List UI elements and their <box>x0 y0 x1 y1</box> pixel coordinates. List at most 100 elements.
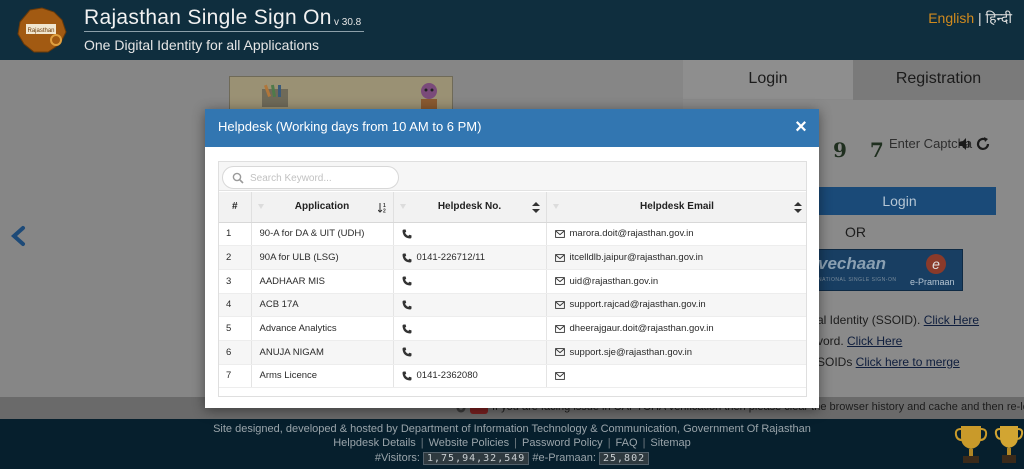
helpdesk-email-cell[interactable]: dheerajgaur.doit@rajasthan.gov.in <box>546 316 806 341</box>
sort-icon[interactable] <box>793 202 802 213</box>
helpdesk-email-value[interactable]: dheerajgaur.doit@rajasthan.gov.in <box>570 323 714 334</box>
col-header-helpdesk-email[interactable]: Helpdesk Email <box>546 192 806 223</box>
helpdesk-no-cell <box>393 316 547 341</box>
table-row[interactable]: 4 ACB 17A support.rajcad@rajasthan.gov.in <box>219 293 806 318</box>
login-button[interactable]: Login <box>803 187 996 215</box>
table-row[interactable]: 3 AADHAAR MIS uid@rajasthan.gov.in <box>219 269 806 294</box>
visitors-counter: 1,75,94,32,549 <box>422 452 530 465</box>
footer-link-policies[interactable]: Website Policies <box>429 437 510 449</box>
site-footer: Site designed, developed & hosted by Dep… <box>0 419 1024 469</box>
phone-icon <box>402 276 411 286</box>
svg-text:2: 2 <box>383 209 386 214</box>
modal-title: Helpdesk (Working days from 10 AM to 6 P… <box>218 119 482 134</box>
application-cell: ACB 17A <box>251 293 394 318</box>
lang-english-link[interactable]: English <box>928 10 974 26</box>
refresh-icon[interactable] <box>975 136 991 152</box>
sort-icon[interactable] <box>531 202 540 213</box>
helpdesk-email-cell[interactable]: uid@rajasthan.gov.in <box>546 269 806 294</box>
site-header: Rajasthan Rajasthan Single Sign On v 30.… <box>0 0 1024 60</box>
footer-link-password-policy[interactable]: Password Policy <box>522 437 603 449</box>
visitors-label: #Visitors: <box>374 452 420 464</box>
lang-separator: | <box>978 10 982 26</box>
phone-icon <box>402 229 411 239</box>
grid-toolbar <box>219 162 806 191</box>
lang-hindi-link[interactable]: हिन्दी <box>986 10 1012 26</box>
title-underline <box>84 31 364 32</box>
helpdesk-email-cell[interactable]: support.sje@rajasthan.gov.in <box>546 340 806 365</box>
epramaan-counter: 25,802 <box>599 452 650 465</box>
helpdesk-no-value: 0141-226712/11 <box>416 252 486 264</box>
forgot-ssoid-link[interactable]: Click Here <box>924 313 979 327</box>
tab-login[interactable]: Login <box>683 60 853 100</box>
helpdesk-email-value[interactable]: support.rajcad@rajasthan.gov.in <box>570 299 706 310</box>
forgot-password-link[interactable]: Click Here <box>847 334 902 348</box>
table-body: 1 90-A for DA & UIT (UDH) marora.doit@raja… <box>219 222 806 389</box>
svg-text:e: e <box>932 256 940 272</box>
helpdesk-email-value[interactable]: itcelldlb.jaipur@rajasthan.gov.in <box>570 252 704 263</box>
email-icon <box>554 324 565 333</box>
helpdesk-no-cell <box>393 293 547 318</box>
helpdesk-grid: # Application 1 2 Helpdesk No. <box>218 161 807 397</box>
col-header-application[interactable]: Application 1 2 <box>251 192 394 223</box>
sort-alpha-icon[interactable]: 1 2 <box>377 202 389 214</box>
search-box[interactable] <box>222 166 399 189</box>
helpdesk-email-value[interactable]: marora.doit@rajasthan.gov.in <box>570 228 694 239</box>
helpdesk-email-value[interactable]: support.sje@rajasthan.gov.in <box>570 347 692 358</box>
close-icon[interactable]: × <box>792 117 810 137</box>
footer-link-sitemap[interactable]: Sitemap <box>650 437 690 449</box>
helpdesk-no-cell <box>393 340 547 365</box>
phone-icon <box>402 347 411 357</box>
phone-icon <box>402 300 411 310</box>
trophy-icon <box>954 426 988 463</box>
col-header-num[interactable]: # <box>219 192 252 223</box>
search-input[interactable] <box>250 169 395 187</box>
voting-icon <box>262 84 288 107</box>
site-subtitle: One Digital Identity for all Application… <box>84 37 320 53</box>
application-cell: Arms Licence <box>251 364 394 389</box>
helpdesk-table: # Application 1 2 Helpdesk No. Helpdesk … <box>219 192 806 389</box>
helpdesk-email-cell[interactable]: marora.doit@rajasthan.gov.in <box>546 222 806 247</box>
helpdesk-modal: Helpdesk (Working days from 10 AM to 6 P… <box>205 109 819 408</box>
helpdesk-email-cell[interactable] <box>546 364 806 389</box>
helpdesk-email-value[interactable]: uid@rajasthan.gov.in <box>570 276 659 287</box>
table-row[interactable]: 1 90-A for DA & UIT (UDH) marora.doit@raja… <box>219 222 806 247</box>
email-icon <box>554 372 565 380</box>
merge-ssoid-link[interactable]: Click here to merge <box>856 355 960 369</box>
application-cell: Advance Analytics <box>251 316 394 341</box>
email-icon <box>554 277 565 286</box>
table-row[interactable]: 6 ANUJA NIGAM support.sje@rajasthan.gov.in <box>219 340 806 365</box>
rajasthan-logo-icon[interactable]: Rajasthan <box>12 4 72 56</box>
filter-arrow-icon <box>552 204 559 209</box>
application-cell: 90-A for DA & UIT (UDH) <box>251 222 394 247</box>
helpdesk-no-value: 0141-2362080 <box>416 370 478 382</box>
row-number: 3 <box>219 269 252 294</box>
table-row[interactable]: 5 Advance Analytics dheerajgaur.doit@rajas… <box>219 316 806 341</box>
epramaan-tagline: NATIONAL SINGLE SIGN-ON <box>818 277 897 283</box>
phone-icon <box>402 371 411 381</box>
speaker-icon[interactable] <box>957 136 973 152</box>
row-number: 2 <box>219 245 252 270</box>
epramaan-login-button[interactable]: vechaan NATIONAL SINGLE SIGN-ON e e-Pram… <box>813 249 963 291</box>
email-icon <box>554 348 565 357</box>
version-label: v 30.8 <box>334 17 362 28</box>
epramaan-name: e-Pramaan <box>910 277 955 287</box>
search-icon <box>232 172 244 184</box>
table-row[interactable]: 2 90A for ULB (LSG) 0141-226712/11 itcelldl… <box>219 245 806 270</box>
tab-registration[interactable]: Registration <box>853 60 1024 100</box>
footer-link-faq[interactable]: FAQ <box>616 437 638 449</box>
epramaan-logo-icon: e <box>926 254 946 274</box>
row-number: 6 <box>219 340 252 365</box>
table-header-row: # Application 1 2 Helpdesk No. Helpdesk … <box>219 192 806 223</box>
row-number: 4 <box>219 293 252 318</box>
carousel-prev-icon[interactable] <box>8 225 30 247</box>
application-cell: AADHAAR MIS <box>251 269 394 294</box>
helpdesk-email-cell[interactable]: itcelldlb.jaipur@rajasthan.gov.in <box>546 245 806 270</box>
helpdesk-email-cell[interactable]: support.rajcad@rajasthan.gov.in <box>546 293 806 318</box>
forgot-password-text: vord. <box>817 334 848 348</box>
col-header-helpdesk-no[interactable]: Helpdesk No. <box>393 192 547 223</box>
table-row[interactable]: 7 Arms Licence 0141-2362080 <box>219 364 806 389</box>
footer-link-helpdesk[interactable]: Helpdesk Details <box>333 437 416 449</box>
footer-credit: Site designed, developed & hosted by Dep… <box>213 423 811 435</box>
phone-icon <box>402 253 411 263</box>
language-switcher: English | हिन्दी <box>928 9 1012 28</box>
